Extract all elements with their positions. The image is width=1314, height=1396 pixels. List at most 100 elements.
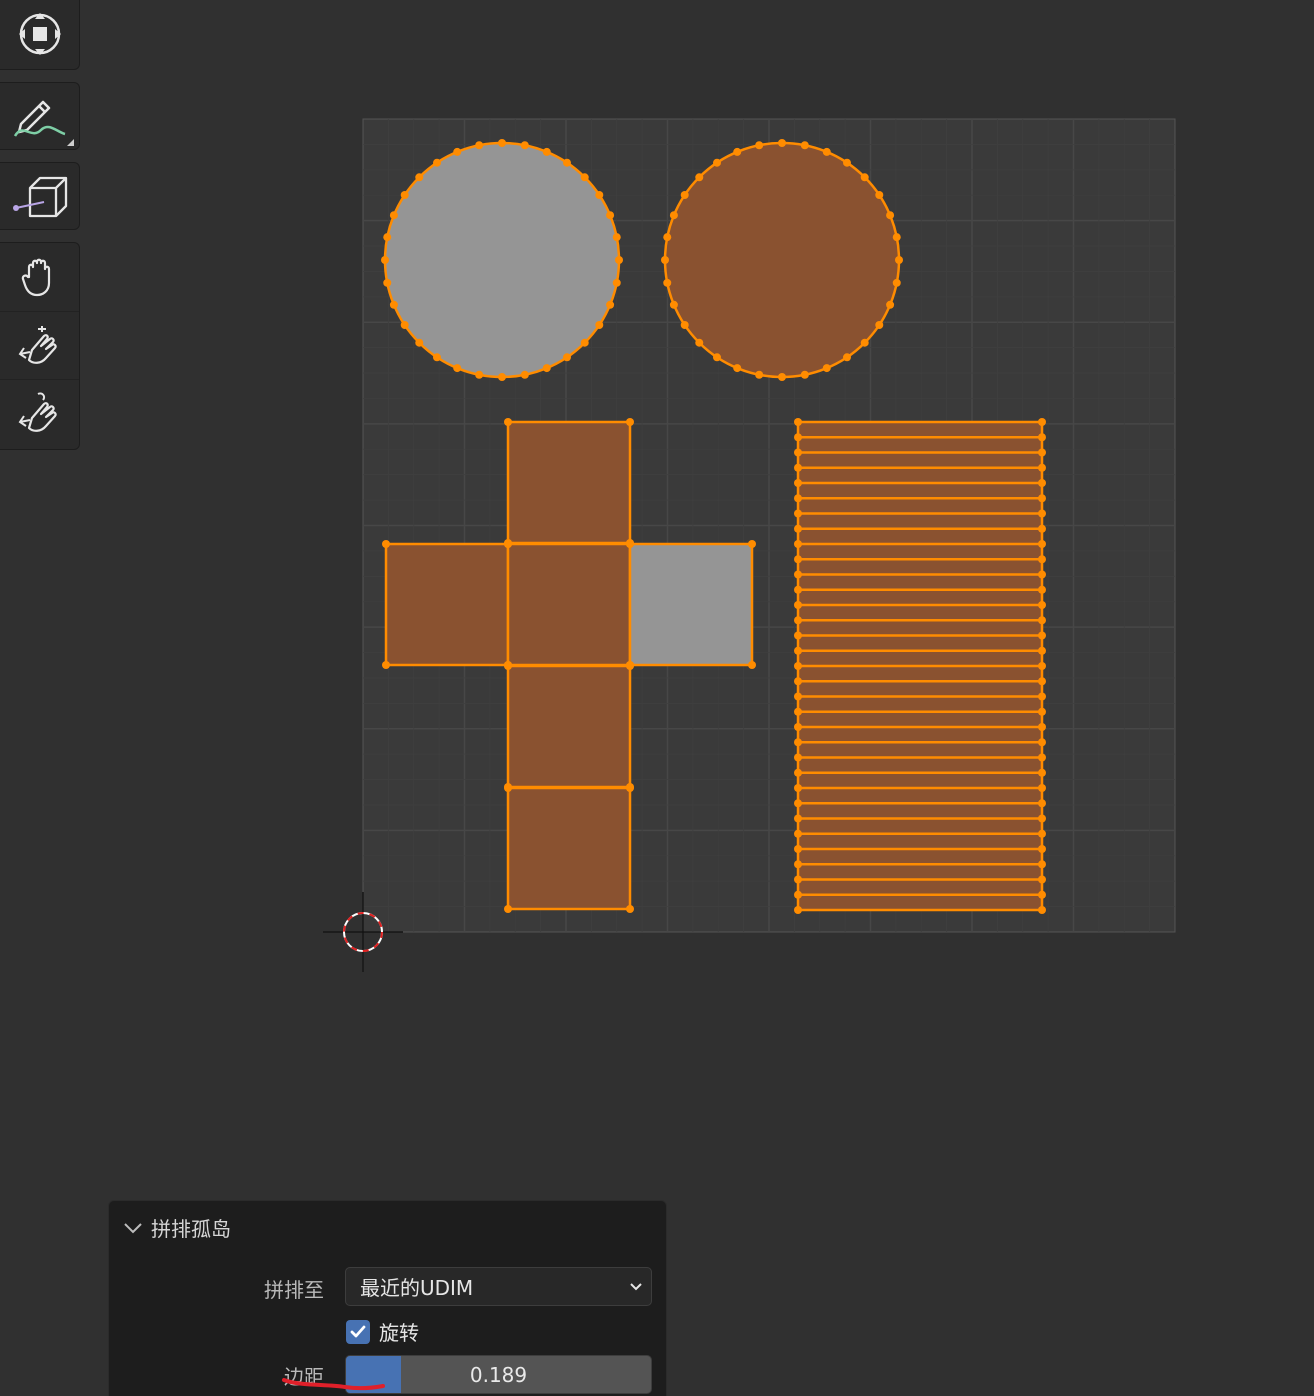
uv-vertex[interactable] [892, 233, 901, 242]
uv-vertex[interactable] [778, 139, 786, 147]
uv-vertex[interactable] [822, 364, 831, 373]
uv-vertex[interactable] [794, 829, 802, 838]
uv-vertex[interactable] [626, 784, 634, 792]
uv-vertex[interactable] [1038, 631, 1046, 640]
uv-vertex[interactable] [800, 141, 809, 150]
uv-vertex[interactable] [669, 300, 678, 309]
uv-vertex[interactable] [520, 141, 529, 150]
uv-vertex[interactable] [626, 540, 634, 548]
uv-vertex[interactable] [1038, 784, 1046, 792]
uv-vertex[interactable] [504, 662, 512, 670]
uv-vertex[interactable] [860, 338, 869, 347]
uv-vertex[interactable] [542, 364, 551, 373]
uv-face[interactable] [628, 542, 754, 667]
uv-vertex[interactable] [875, 321, 884, 330]
uv-vertex[interactable] [680, 321, 689, 330]
rotate-checkbox[interactable] [346, 1319, 370, 1344]
grab-tool-button[interactable] [0, 243, 79, 311]
transform-tool-button[interactable] [0, 0, 79, 68]
uv-vertex[interactable] [663, 278, 672, 287]
uv-vertex[interactable] [794, 906, 802, 914]
circle-island-right[interactable] [661, 139, 903, 381]
pinch-tool-button[interactable] [0, 379, 79, 447]
uv-vertex[interactable] [626, 418, 634, 426]
uv-face[interactable] [506, 542, 632, 667]
uv-vertex[interactable] [382, 661, 390, 669]
uv-vertex[interactable] [794, 524, 802, 533]
uv-vertex[interactable] [794, 875, 802, 884]
uv-vertex[interactable] [755, 370, 764, 379]
uv-vertex[interactable] [504, 418, 512, 426]
uv-vertex[interactable] [1038, 845, 1046, 853]
uv-vertex[interactable] [1038, 692, 1046, 701]
uv-vertex[interactable] [400, 321, 409, 330]
strip-grid-island[interactable] [794, 418, 1046, 914]
uv-vertex[interactable] [661, 256, 669, 264]
uv-vertex[interactable] [1038, 768, 1046, 777]
uv-vertex[interactable] [606, 211, 615, 220]
uv-vertex[interactable] [712, 158, 721, 167]
uv-vertex[interactable] [1038, 418, 1046, 426]
rip-tool-button[interactable] [0, 163, 79, 231]
uv-vertex[interactable] [1038, 753, 1046, 762]
uv-vertex[interactable] [1038, 875, 1046, 884]
uv-vertex[interactable] [794, 601, 802, 609]
uv-vertex[interactable] [794, 479, 802, 487]
uv-vertex[interactable] [626, 905, 634, 913]
uv-vertex[interactable] [892, 278, 901, 287]
uv-vertex[interactable] [580, 338, 589, 347]
uv-vertex[interactable] [794, 799, 802, 808]
operator-panel-pack-islands[interactable]: 拼排孤岛 拼排至 最近的UDIM 旋转 边距 0.189 [108, 1200, 667, 1396]
uv-vertex[interactable] [794, 753, 802, 762]
uv-vertex[interactable] [626, 662, 634, 670]
uv-vertex[interactable] [1038, 738, 1046, 747]
uv-vertex[interactable] [794, 890, 802, 899]
uv-vertex[interactable] [794, 784, 802, 792]
uv-vertex[interactable] [794, 555, 802, 564]
uv-vertex[interactable] [794, 540, 802, 548]
uv-vertex[interactable] [520, 370, 529, 379]
uv-vertex[interactable] [794, 860, 802, 869]
uv-vertex[interactable] [595, 321, 604, 330]
uv-vertex[interactable] [794, 646, 802, 655]
uv-vertex[interactable] [794, 494, 802, 503]
uv-vertex[interactable] [794, 418, 802, 426]
uv-vertex[interactable] [1038, 677, 1046, 686]
uv-vertex[interactable] [1038, 616, 1046, 625]
uv-vertex[interactable] [778, 373, 786, 381]
uv-vertex[interactable] [1038, 906, 1046, 914]
uv-vertex[interactable] [1038, 799, 1046, 808]
uv-vertex[interactable] [1038, 479, 1046, 487]
uv-vertex[interactable] [794, 585, 802, 594]
uv-editor-viewport[interactable] [0, 0, 1314, 1396]
uv-vertex[interactable] [794, 692, 802, 701]
uv-vertex[interactable] [1038, 585, 1046, 594]
uv-vertex[interactable] [498, 139, 506, 147]
uv-vertex[interactable] [733, 147, 742, 156]
uv-vertex[interactable] [1038, 555, 1046, 564]
uv-vertex[interactable] [794, 814, 802, 823]
uv-vertex[interactable] [794, 448, 802, 457]
uv-vertex[interactable] [822, 147, 831, 156]
uv-vertex[interactable] [1038, 646, 1046, 655]
uv-vertex[interactable] [1038, 509, 1046, 518]
uv-vertex[interactable] [1038, 494, 1046, 503]
uv-vertex[interactable] [381, 256, 389, 264]
uv-vertex[interactable] [1038, 860, 1046, 869]
uv-vertex[interactable] [1038, 707, 1046, 716]
uv-vertex[interactable] [453, 147, 462, 156]
uv-vertex[interactable] [1038, 829, 1046, 838]
uv-vertex[interactable] [794, 616, 802, 625]
uv-editor-area[interactable]: 拼排孤岛 拼排至 最近的UDIM 旋转 边距 0.189 [0, 0, 1314, 1396]
uv-vertex[interactable] [615, 256, 623, 264]
uv-vertex[interactable] [794, 723, 802, 731]
uv-vertex[interactable] [860, 173, 869, 182]
uv-vertex[interactable] [542, 147, 551, 156]
uv-vertex[interactable] [580, 173, 589, 182]
chevron-down-icon[interactable] [123, 1221, 143, 1235]
uv-vertex[interactable] [748, 661, 756, 669]
uv-vertex[interactable] [563, 158, 572, 167]
uv-vertex[interactable] [389, 211, 398, 220]
uv-vertex[interactable] [432, 158, 441, 167]
uv-vertex[interactable] [453, 364, 462, 373]
